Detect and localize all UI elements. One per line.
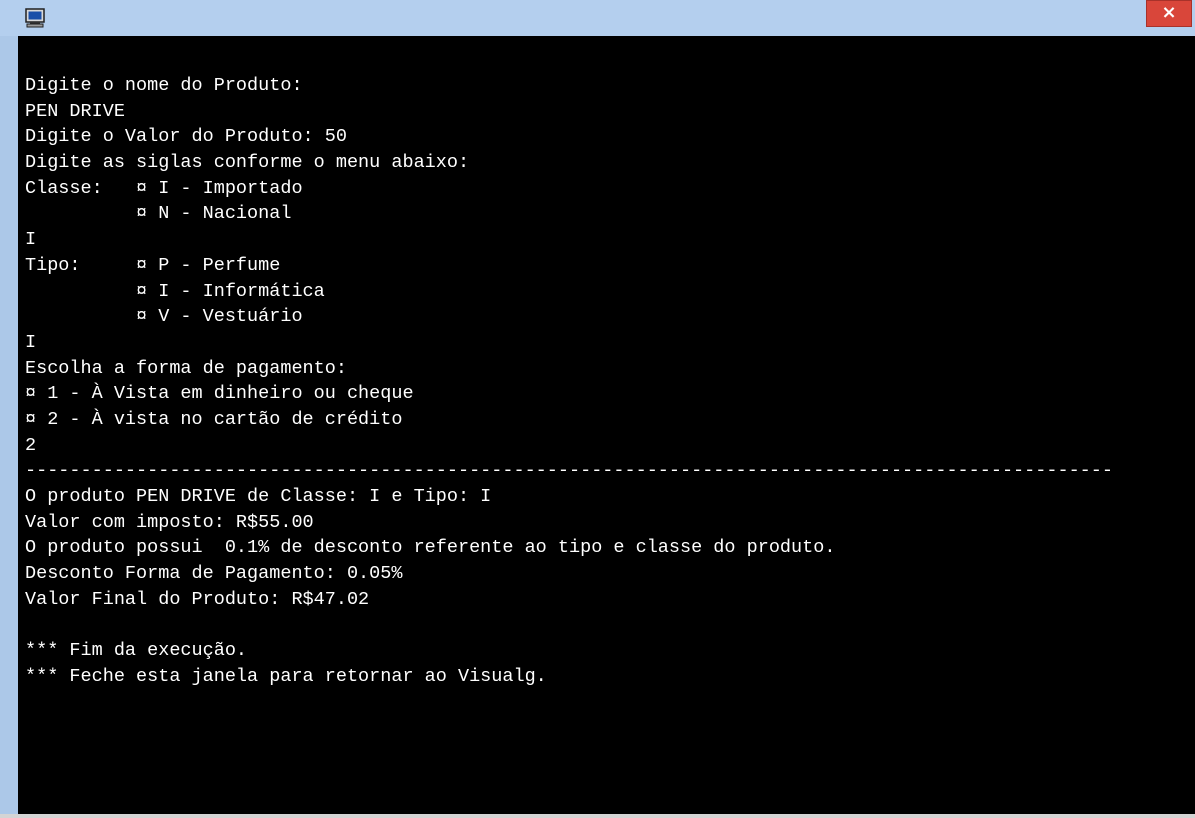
console-line: Escolha a forma de pagamento: [25,357,347,379]
console-app-icon[interactable] [24,8,46,28]
console-line: Classe: ¤ I - Importado [25,177,303,199]
console-line: Digite o nome do Produto: [25,75,303,96]
console-line: Digite o Valor do Produto: 50 [25,126,347,148]
window-bottom-border [0,814,1195,818]
console-line: PEN DRIVE [25,100,125,122]
console-window: × Digite o nome do Produto: PEN DRIVE Digi… [0,0,1195,818]
console-line: I [25,229,37,251]
close-button[interactable]: × [1146,0,1192,27]
console-line: Valor com imposto: R$55.00 [25,511,314,533]
console-line: Valor Final do Produto: R$47.02 [25,588,370,610]
console-line: *** Fim da execução. [25,640,248,662]
console-line: ¤ V - Vestuário [25,306,303,328]
console-line: 2 [25,434,37,456]
console-line: ¤ N - Nacional [25,203,292,225]
console-line: Desconto Forma de Pagamento: 0.05% [25,563,403,585]
console-line: ----------------------------------------… [25,460,1113,482]
console-line: Digite as siglas conforme o menu abaixo: [25,152,470,174]
console-line: ¤ 2 - À vista no cartão de crédito [25,408,403,430]
console-line: ¤ 1 - À Vista em dinheiro ou cheque [25,383,414,405]
console-line: Tipo: ¤ P - Perfume [25,254,281,276]
console-output[interactable]: Digite o nome do Produto: PEN DRIVE Digite… [18,36,1195,814]
console-line: *** Feche esta janela para retornar ao V… [25,665,547,687]
console-line: O produto PEN DRIVE de Classe: I e Tipo:… [25,486,492,507]
console-lines: Digite o nome do Produto: PEN DRIVE Digite… [25,73,1113,690]
console-line: O produto possui 0.1% de desconto refere… [25,537,836,559]
console-line: I [25,331,37,353]
title-bar[interactable]: × [0,0,1195,36]
console-line: ¤ I - Informática [25,280,325,302]
